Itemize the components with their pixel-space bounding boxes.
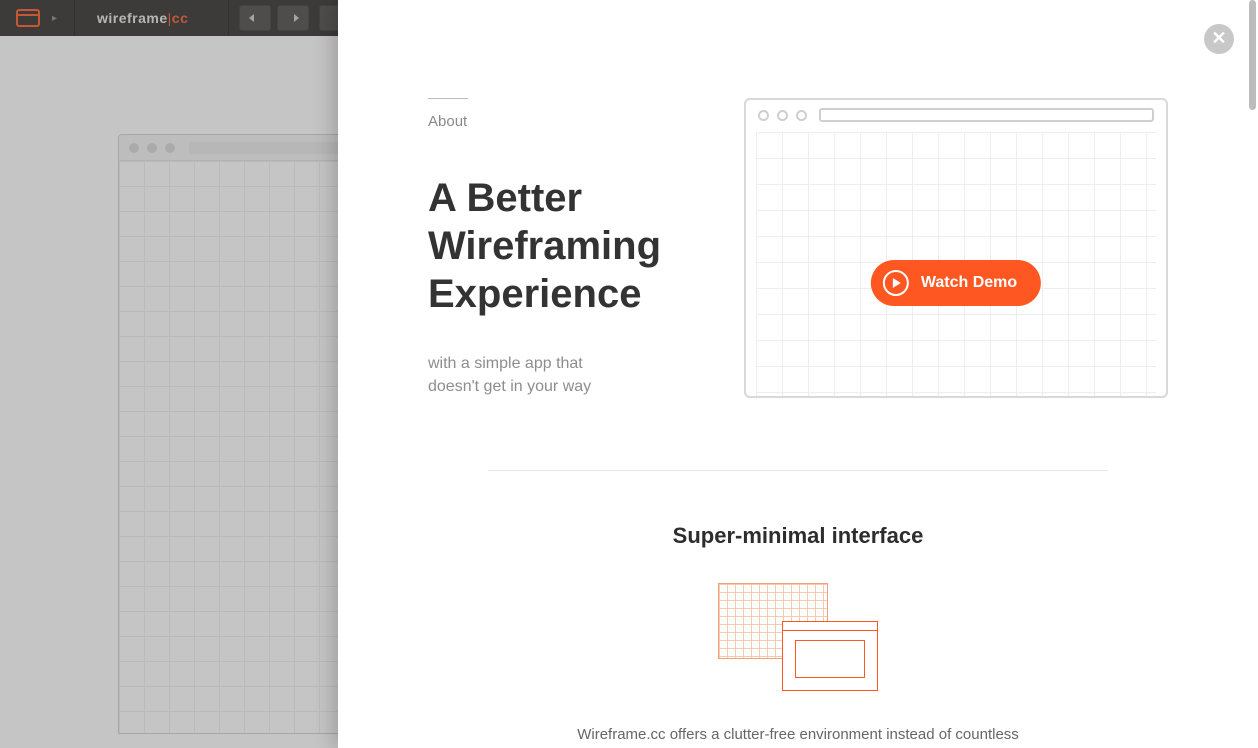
watch-demo-button[interactable]: Watch Demo — [871, 260, 1041, 306]
headline-line: Experience — [428, 272, 641, 316]
window-dot-icon — [777, 110, 788, 121]
illus-browser-chrome — [746, 100, 1166, 130]
feature-illustration — [718, 583, 878, 691]
headline-line: Wireframing — [428, 224, 661, 268]
sub-line: with a simple app that — [428, 355, 583, 372]
section-tag: About — [428, 113, 708, 130]
window-dot-icon — [758, 110, 769, 121]
feature-body-text: Wireframe.cc offers a clutter-free envir… — [568, 726, 1028, 743]
hero-section: About A Better Wireframing Experience wi… — [428, 98, 1168, 398]
illus-front-panel — [782, 621, 878, 691]
sub-line: doesn't get in your way — [428, 378, 591, 395]
illus-url-bar — [819, 108, 1154, 122]
about-panel: ✕ About A Better Wireframing Experience … — [338, 0, 1258, 748]
tag-rule — [428, 98, 468, 99]
window-dot-icon — [796, 110, 807, 121]
headline-line: A Better — [428, 176, 582, 220]
watch-demo-label: Watch Demo — [921, 274, 1017, 292]
hero-headline: A Better Wireframing Experience — [428, 174, 708, 318]
hero-subtext: with a simple app that doesn't get in yo… — [428, 352, 638, 398]
feature-heading: Super-minimal interface — [428, 523, 1168, 549]
hero-illustration: Watch Demo — [744, 98, 1168, 398]
play-icon — [883, 270, 909, 296]
section-divider — [488, 470, 1108, 471]
feature-section: Super-minimal interface Wireframe.cc off… — [428, 523, 1168, 743]
